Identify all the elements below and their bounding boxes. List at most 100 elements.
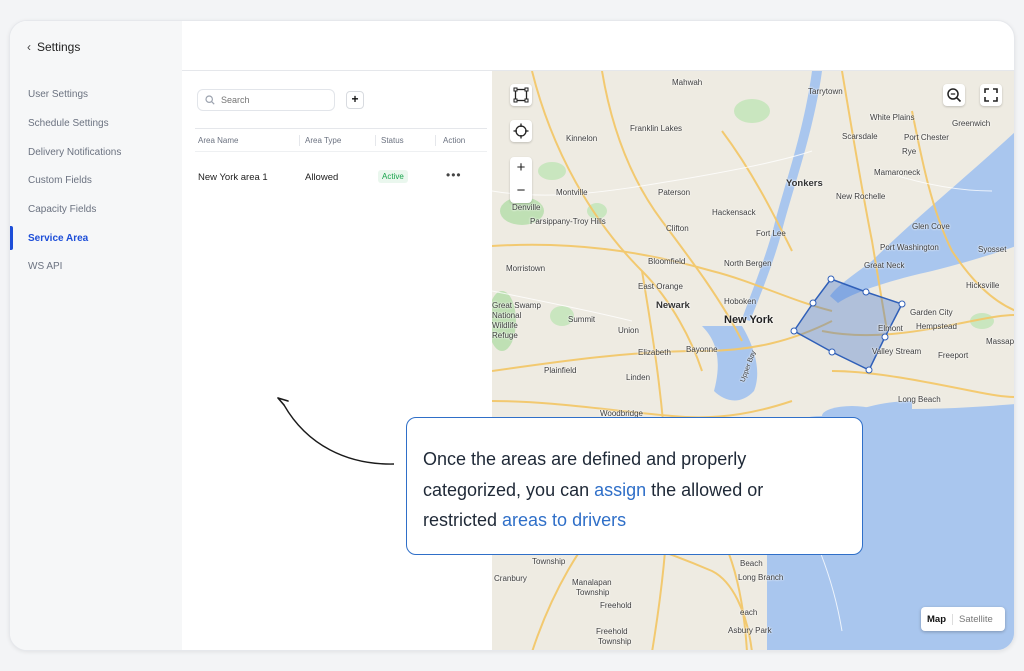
- map-label: Hempstead: [916, 322, 957, 331]
- map-label: Mahwah: [672, 78, 703, 87]
- tutorial-callout: Once the areas are defined and properly …: [406, 417, 863, 555]
- map-label: Bayonne: [686, 345, 718, 354]
- settings-sidebar: ‹ Settings User Settings Schedule Settin…: [10, 21, 182, 650]
- callout-highlight-areas: areas to drivers: [502, 510, 627, 530]
- map-label: Newark: [656, 300, 690, 311]
- map-label: Freehold: [596, 627, 628, 636]
- table-header: Area Name Area Type Status Action: [195, 128, 487, 152]
- callout-highlight-assign: assign: [594, 479, 647, 500]
- settings-title: Settings: [37, 40, 81, 54]
- col-divider: [375, 135, 376, 146]
- cell-area-type: Allowed: [305, 172, 339, 183]
- map-label: Bloomfield: [648, 257, 686, 266]
- add-area-button[interactable]: +: [346, 91, 364, 109]
- map-view[interactable]: Mahwah Tarrytown White Plains Greenwich …: [492, 71, 1015, 650]
- map-label: East Orange: [638, 282, 683, 291]
- map-label: Parsippany-Troy Hills: [530, 217, 606, 226]
- map-label: Manalapan: [572, 578, 612, 587]
- map-type-satellite[interactable]: Satellite: [953, 614, 999, 625]
- status-badge: Active: [378, 170, 408, 183]
- map-label: Montville: [556, 188, 588, 197]
- map-label: Township: [532, 557, 566, 566]
- annotation-arrow: [277, 397, 395, 465]
- search-input[interactable]: [221, 95, 321, 105]
- map-label: Port Chester: [904, 133, 949, 142]
- table-row[interactable]: New York area 1 Allowed Active •••: [195, 163, 487, 191]
- sidebar-item-schedule-settings[interactable]: Schedule Settings: [10, 110, 182, 139]
- map-label: each: [740, 608, 758, 617]
- search-map-button[interactable]: [943, 84, 965, 106]
- map-label: Massape: [986, 337, 1015, 346]
- map-label: Greenwich: [952, 119, 991, 128]
- map-type-map[interactable]: Map: [921, 613, 953, 625]
- map-label: Rye: [902, 147, 917, 156]
- map-label: Freehold: [600, 601, 632, 610]
- sidebar-nav: User Settings Schedule Settings Delivery…: [10, 81, 182, 282]
- map-label: Mamaroneck: [874, 168, 921, 177]
- map-label: Glen Cove: [912, 222, 950, 231]
- locate-button[interactable]: [510, 120, 532, 142]
- col-status: Status: [381, 136, 404, 145]
- map-label: Freeport: [938, 351, 969, 360]
- map-label: Kinnelon: [566, 134, 598, 143]
- map-label: Syosset: [978, 245, 1007, 254]
- sidebar-item-custom-fields[interactable]: Custom Fields: [10, 167, 182, 196]
- map-label: Great Swamp: [492, 301, 541, 310]
- settings-back-link[interactable]: ‹ Settings: [27, 40, 80, 54]
- map-label: Cranbury: [494, 574, 527, 583]
- map-label: Township: [598, 637, 632, 646]
- col-area-type: Area Type: [305, 136, 342, 145]
- map-label: Plainfield: [544, 366, 577, 375]
- map-label: Franklin Lakes: [630, 124, 683, 133]
- fullscreen-button[interactable]: [980, 84, 1002, 106]
- callout-line-3: restricted areas to drivers: [423, 510, 627, 530]
- map-label: Clifton: [666, 224, 689, 233]
- map-label: Wildlife: [492, 321, 518, 330]
- col-area-name: Area Name: [198, 136, 239, 145]
- map-label: Union: [618, 326, 639, 335]
- map-label: Scarsdale: [842, 132, 878, 141]
- map-label: Garden City: [910, 308, 953, 317]
- sidebar-item-ws-api[interactable]: WS API: [10, 253, 182, 282]
- callout-line-1: Once the areas are defined and properly: [423, 449, 747, 469]
- search-box[interactable]: [197, 89, 335, 111]
- chevron-left-icon: ‹: [27, 40, 31, 54]
- callout-line-2: categorized, you can assign the allowed …: [423, 479, 764, 500]
- draw-shape-icon: [513, 87, 529, 103]
- zoom-search-icon: [947, 88, 962, 103]
- row-actions-button[interactable]: •••: [446, 168, 462, 182]
- map-label: Summit: [568, 315, 596, 324]
- col-divider: [435, 135, 436, 146]
- service-area-panel: + Area Name Area Type Status Action New …: [182, 71, 492, 650]
- map-label: Township: [576, 588, 610, 597]
- map-label: Hicksville: [966, 281, 1000, 290]
- col-divider: [299, 135, 300, 146]
- map-label: Elizabeth: [638, 348, 671, 357]
- map-label: Long Beach: [898, 395, 941, 404]
- map-label: North Bergen: [724, 259, 772, 268]
- map-label: Refuge: [492, 331, 518, 340]
- map-label: Asbury Park: [728, 626, 772, 635]
- map-label: Great Neck: [864, 261, 905, 270]
- map-label: Linden: [626, 373, 651, 382]
- map-label: Denville: [512, 203, 541, 212]
- map-label: Paterson: [658, 188, 691, 197]
- sidebar-item-user-settings[interactable]: User Settings: [10, 81, 182, 110]
- map-label: Tarrytown: [808, 87, 843, 96]
- zoom-in-button[interactable]: +: [510, 157, 532, 180]
- map-label: Fort Lee: [756, 229, 786, 238]
- sidebar-item-delivery-notifications[interactable]: Delivery Notifications: [10, 138, 182, 167]
- zoom-control: + −: [510, 157, 532, 203]
- sidebar-item-capacity-fields[interactable]: Capacity Fields: [10, 196, 182, 225]
- map-label: Hackensack: [712, 208, 756, 217]
- zoom-out-button[interactable]: −: [510, 180, 532, 203]
- map-label: New Rochelle: [836, 192, 886, 201]
- fullscreen-icon: [984, 88, 998, 102]
- draw-polygon-button[interactable]: [510, 84, 532, 106]
- search-icon: [205, 95, 215, 105]
- map-label: Beach: [740, 559, 763, 568]
- map-label: Valley Stream: [872, 347, 922, 356]
- crosshair-icon: [513, 123, 529, 139]
- map-label: Long Branch: [738, 573, 784, 582]
- sidebar-item-service-area[interactable]: Service Area: [10, 224, 182, 253]
